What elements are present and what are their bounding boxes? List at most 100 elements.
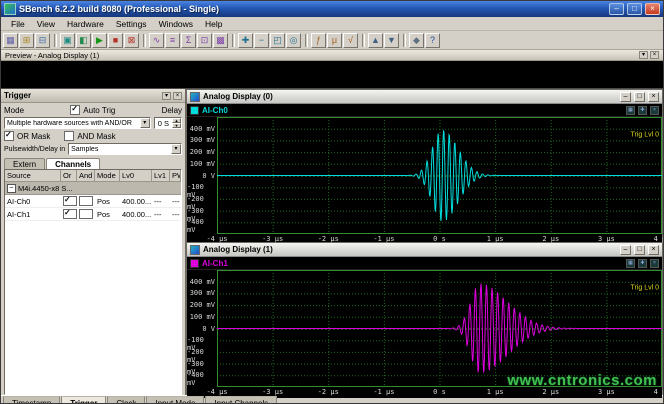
preferences-button[interactable]: ◆ xyxy=(409,33,424,48)
trigger-level-label[interactable]: Trig Lvl 0 xyxy=(630,285,659,292)
xy-display-button[interactable]: ⊡ xyxy=(197,33,212,48)
abort-acquisition-button[interactable]: ⊠ xyxy=(124,33,139,48)
new-project-button[interactable]: ▦ xyxy=(3,33,18,48)
row-and-checkbox[interactable] xyxy=(79,209,93,219)
menu-file[interactable]: File xyxy=(5,19,31,29)
display-minimize-button[interactable]: – xyxy=(620,92,631,102)
strip-zoom-icon[interactable]: ✚ xyxy=(638,106,647,115)
menu-help[interactable]: Help xyxy=(199,19,228,29)
row-mode[interactable]: Pos xyxy=(95,210,120,219)
pulsewidth-dropdown-icon[interactable]: ▾ xyxy=(171,144,181,154)
y-axis-labels: 400 mV300 mV200 mV100 mV0 V-100 mV-200 m… xyxy=(187,270,217,387)
hardware-card-button[interactable]: ▣ xyxy=(60,33,75,48)
channel-strip: AI-Ch0 ▦ ✚ × xyxy=(187,104,662,117)
waveform-plot[interactable]: Trig Lvl 0 xyxy=(217,117,662,234)
display-minimize-button[interactable]: – xyxy=(620,245,631,255)
strip-zoom-icon[interactable]: ✚ xyxy=(638,259,647,268)
row-mode[interactable]: Pos xyxy=(95,197,120,206)
multi-display-button[interactable]: ▩ xyxy=(213,33,228,48)
delay-down-icon[interactable]: ▼ xyxy=(172,123,181,128)
trigger-level-label[interactable]: Trig Lvl 0 xyxy=(630,132,659,139)
dock-chevron-down-icon[interactable]: ▾ xyxy=(162,92,171,100)
pulsewidth-unit-select[interactable]: Samples ▾ xyxy=(68,143,182,155)
import-data-button[interactable]: ▼ xyxy=(384,33,399,48)
open-project-button[interactable]: ⊞ xyxy=(19,33,34,48)
main-toolbar: ▦⊞⊟ ▣◧▶■⊠ ∿≡Σ⊡▩ ✚−◰◎ ƒμ√ ▲▼ ◆? xyxy=(1,31,663,50)
tab-trigger[interactable]: Trigger xyxy=(61,396,106,404)
strip-close-icon[interactable]: × xyxy=(650,259,659,268)
fft-button[interactable]: √ xyxy=(343,33,358,48)
row-and-checkbox[interactable] xyxy=(79,196,93,206)
help-button[interactable]: ? xyxy=(425,33,440,48)
menu-settings[interactable]: Settings xyxy=(110,19,153,29)
auto-trig-checkbox[interactable] xyxy=(70,105,80,115)
maximize-button[interactable]: □ xyxy=(627,3,642,15)
toolbar-separator xyxy=(143,34,146,47)
application-window: SBench 6.2.2 build 8080 (Professional - … xyxy=(0,0,664,404)
x-tick-label: -4 µs xyxy=(206,235,227,243)
table-row[interactable]: AI-Ch0 Pos 400.00... --- --- xyxy=(5,195,181,208)
preview-display-area[interactable] xyxy=(1,61,663,89)
card-name: M4i.4450-x8 S... xyxy=(18,184,73,193)
and-mask-checkbox[interactable] xyxy=(64,131,74,141)
cursor-button[interactable]: ◎ xyxy=(286,33,301,48)
x-tick-label: 1 µs xyxy=(487,235,504,243)
x-axis-labels: -4 µs-3 µs-2 µs-1 µs0 s1 µs2 µs3 µs4 µs xyxy=(217,234,662,245)
save-project-button[interactable]: ⊟ xyxy=(35,33,50,48)
average-button[interactable]: μ xyxy=(327,33,342,48)
dock-close-icon[interactable]: × xyxy=(173,92,182,100)
menu-windows[interactable]: Windows xyxy=(153,19,199,29)
menu-hardware[interactable]: Hardware xyxy=(61,19,110,29)
digital-display-button[interactable]: ≡ xyxy=(165,33,180,48)
or-mask-checkbox[interactable] xyxy=(4,131,14,141)
display-close-button[interactable]: × xyxy=(648,245,659,255)
tab-channels[interactable]: Channels xyxy=(46,158,100,169)
zoom-full-button[interactable]: ◰ xyxy=(270,33,285,48)
trigger-mode-dropdown-icon[interactable]: ▾ xyxy=(140,118,150,128)
row-or-checkbox[interactable] xyxy=(63,196,77,206)
display-maximize-button[interactable]: □ xyxy=(634,245,645,255)
input-channels-button[interactable]: ◧ xyxy=(76,33,91,48)
delay-spinner[interactable]: 0 S ▲ ▼ xyxy=(154,117,182,129)
zoom-in-button[interactable]: ✚ xyxy=(238,33,253,48)
display-title-bar[interactable]: Analog Display (0) – □ × xyxy=(187,90,662,104)
col-mode: Mode xyxy=(95,170,120,182)
row-or-checkbox[interactable] xyxy=(63,209,77,219)
x-tick-label: 4 µs xyxy=(654,235,664,243)
start-acquisition-button[interactable]: ▶ xyxy=(92,33,107,48)
zoom-out-button[interactable]: − xyxy=(254,33,269,48)
tab-extern[interactable]: Extern xyxy=(4,158,45,169)
minimize-button[interactable]: – xyxy=(609,3,624,15)
analog-display-button[interactable]: ∿ xyxy=(149,33,164,48)
app-icon xyxy=(4,3,16,15)
calculation-button[interactable]: ƒ xyxy=(311,33,326,48)
table-group-row[interactable]: − M4i.4450-x8 S... xyxy=(5,182,181,195)
preview-chevron-down-icon[interactable]: ▾ xyxy=(639,51,648,59)
collapse-icon[interactable]: − xyxy=(7,184,16,193)
table-row[interactable]: AI-Ch1 Pos 400.00... --- --- xyxy=(5,208,181,221)
waveform-plot[interactable]: Trig Lvl 0 xyxy=(217,270,662,387)
y-tick-label: -400 mV xyxy=(187,371,215,387)
tab-clock[interactable]: Clock xyxy=(107,396,145,404)
stop-acquisition-button[interactable]: ■ xyxy=(108,33,123,48)
menu-view[interactable]: View xyxy=(31,19,61,29)
display-title-bar[interactable]: Analog Display (1) – □ × xyxy=(187,243,662,257)
display-maximize-button[interactable]: □ xyxy=(634,92,645,102)
tab-input-mode[interactable]: Input Mode xyxy=(146,396,204,404)
export-data-button[interactable]: ▲ xyxy=(368,33,383,48)
trigger-panel-header[interactable]: Trigger ▾ × xyxy=(1,89,185,103)
spectrum-display-button[interactable]: Σ xyxy=(181,33,196,48)
trigger-mode-select[interactable]: Multiple hardware sources with AND/OR ▾ xyxy=(4,117,151,129)
row-lv0[interactable]: 400.00... xyxy=(120,210,152,219)
display-close-button[interactable]: × xyxy=(648,92,659,102)
strip-settings-icon[interactable]: ▦ xyxy=(626,106,635,115)
y-tick-label: 100 mV xyxy=(190,160,215,168)
tab-timestamp[interactable]: Timestamp xyxy=(3,396,60,404)
strip-close-icon[interactable]: × xyxy=(650,106,659,115)
toolbar-separator xyxy=(232,34,235,47)
y-tick-label: -400 mV xyxy=(187,218,215,234)
preview-close-icon[interactable]: × xyxy=(650,51,659,59)
row-lv0[interactable]: 400.00... xyxy=(120,197,152,206)
close-button[interactable]: × xyxy=(645,3,660,15)
strip-settings-icon[interactable]: ▦ xyxy=(626,259,635,268)
